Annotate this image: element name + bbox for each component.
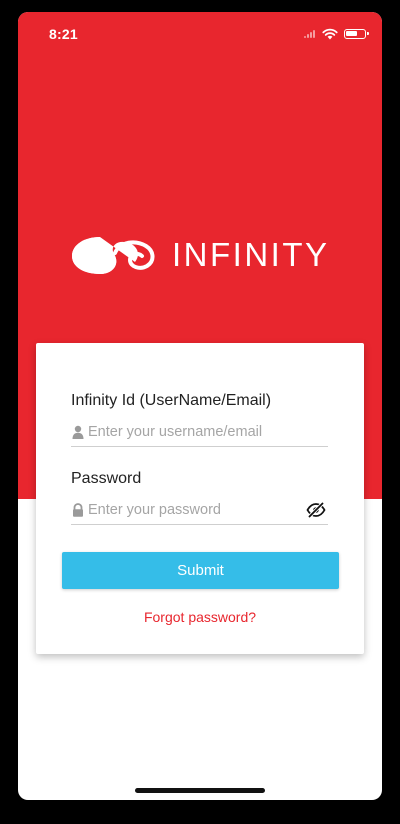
infinity-logo-icon bbox=[72, 237, 155, 274]
submit-button[interactable]: Submit bbox=[62, 552, 339, 589]
password-input[interactable] bbox=[88, 497, 306, 522]
status-bar: 8:21 bbox=[18, 12, 382, 56]
login-card: Infinity Id (UserName/Email) Password Su… bbox=[36, 343, 364, 654]
status-icons bbox=[304, 28, 369, 40]
username-field bbox=[71, 417, 328, 447]
status-time: 8:21 bbox=[49, 26, 78, 42]
username-input[interactable] bbox=[88, 419, 328, 444]
username-label: Infinity Id (UserName/Email) bbox=[71, 392, 272, 409]
password-label: Password bbox=[71, 470, 142, 487]
forgot-password-link[interactable]: Forgot password? bbox=[36, 609, 364, 625]
brand-logo: INFINITY bbox=[70, 232, 330, 278]
brand-name: INFINITY bbox=[172, 236, 330, 273]
home-indicator bbox=[135, 788, 265, 793]
password-field bbox=[71, 495, 328, 525]
eye-slash-icon[interactable] bbox=[306, 501, 326, 518]
lock-icon bbox=[73, 502, 83, 517]
battery-icon bbox=[344, 29, 369, 39]
wifi-icon bbox=[322, 28, 338, 40]
signal-icon bbox=[304, 30, 318, 38]
phone-screen: 8:21 INFINITY Infinity Id (UserName/Emai… bbox=[18, 12, 382, 800]
user-icon bbox=[72, 425, 84, 439]
